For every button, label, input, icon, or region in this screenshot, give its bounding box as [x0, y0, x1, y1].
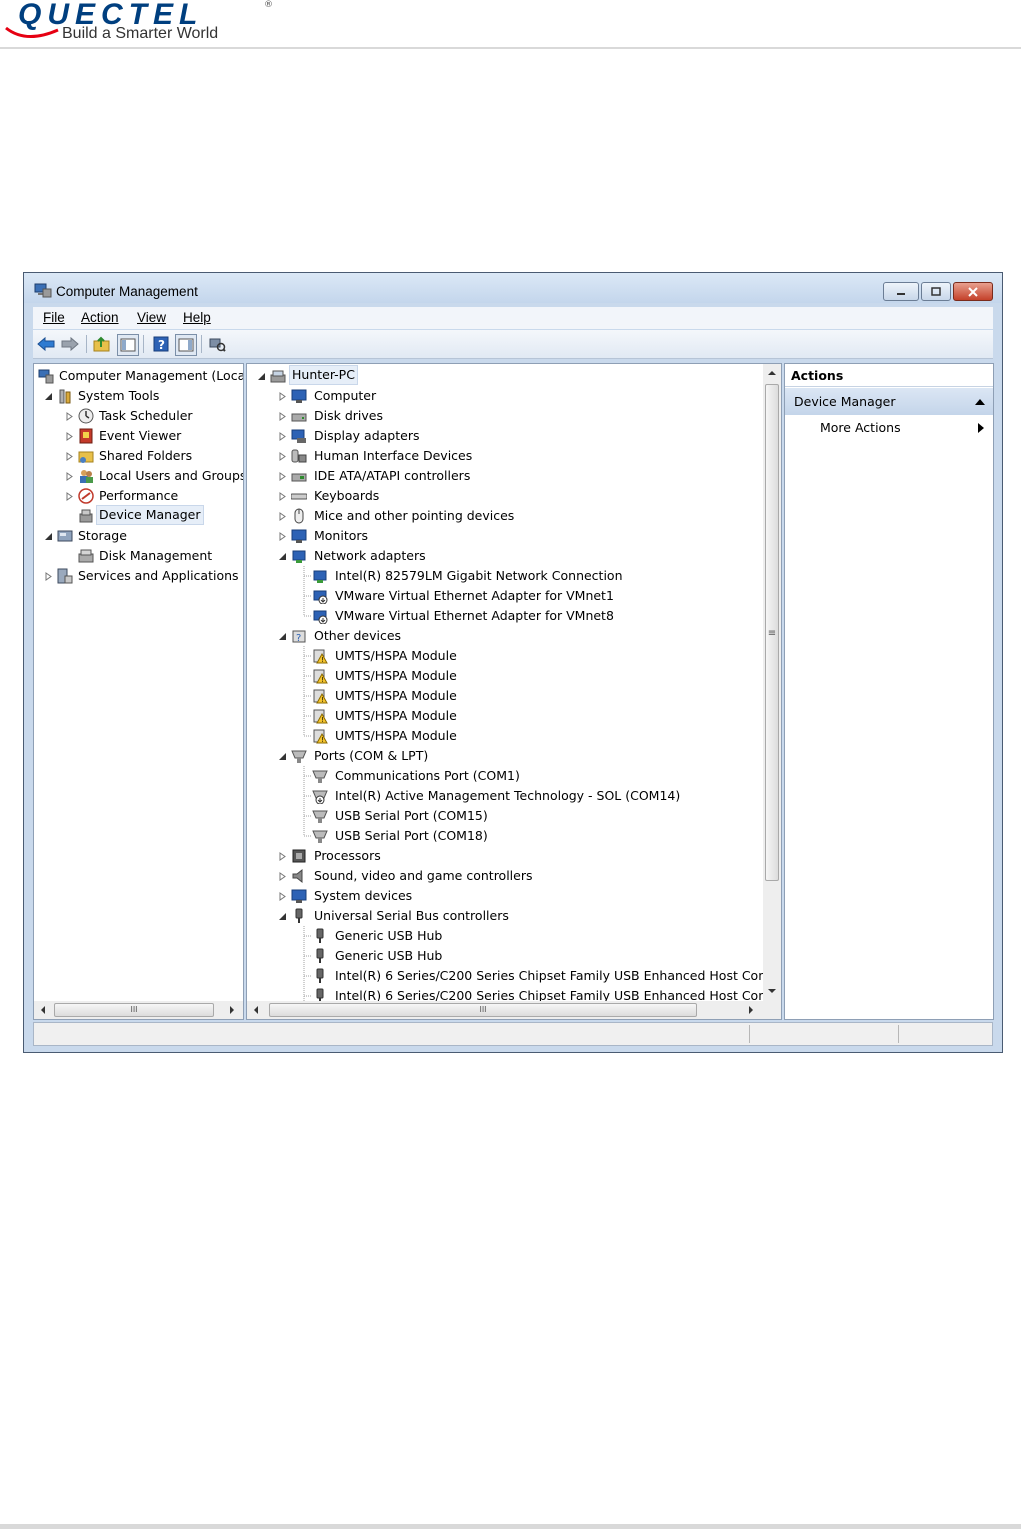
help-icon: ?: [153, 336, 169, 352]
minimize-button[interactable]: [883, 282, 919, 301]
device-tree-pane: Hunter-PC Computer Disk drives Display a…: [246, 363, 782, 1020]
menu-view[interactable]: View: [137, 310, 166, 325]
close-icon: [968, 286, 978, 297]
console-tree-pane: Computer Management (Local System Tools …: [33, 363, 244, 1020]
clock-icon: [78, 408, 94, 424]
chevron-down-icon: [768, 989, 776, 993]
device-horizontal-scrollbar[interactable]: III: [247, 1001, 781, 1019]
expand-arrow-icon[interactable]: [65, 412, 74, 421]
shared-folder-icon: [78, 451, 94, 463]
forward-button[interactable]: [60, 334, 80, 354]
expand-arrow-icon[interactable]: [44, 572, 53, 581]
event-viewer-icon: [79, 428, 93, 444]
users-icon: [80, 470, 93, 483]
computer-management-window: Computer Management File Action View Hel…: [23, 272, 1003, 1053]
toolbar-separator: [201, 335, 202, 353]
registered-mark: ®: [264, 0, 273, 10]
actions-section-label: Device Manager: [794, 394, 896, 409]
show-hide-console-tree-button[interactable]: [117, 334, 139, 356]
expand-arrow-icon[interactable]: [65, 452, 74, 461]
chevron-right-icon: [230, 1006, 234, 1014]
collapse-arrow-icon[interactable]: [44, 532, 53, 541]
status-separator: [749, 1025, 750, 1043]
menu-file[interactable]: File: [43, 310, 65, 325]
scan-hardware-icon: [209, 338, 226, 352]
storage-icon: [57, 530, 73, 542]
computer-management-icon: [34, 283, 52, 298]
minimize-icon: [897, 292, 905, 295]
scroll-thumb[interactable]: III: [269, 1003, 697, 1017]
toolbar-separator: [86, 335, 87, 353]
maximize-button[interactable]: [921, 282, 951, 301]
up-folder-icon: [93, 336, 110, 352]
show-hide-action-pane-button[interactable]: [175, 334, 197, 356]
footer-divider: [0, 1524, 1021, 1529]
show-hide-console-tree-icon: [120, 338, 136, 352]
expand-arrow-icon[interactable]: [65, 472, 74, 481]
services-icon: [57, 568, 73, 584]
show-hide-action-pane-icon: [178, 338, 194, 352]
menu-action[interactable]: Action: [81, 310, 119, 325]
status-separator: [898, 1025, 899, 1043]
scan-hardware-button[interactable]: [207, 334, 227, 354]
chevron-left-icon: [41, 1006, 45, 1014]
menu-bar: File Action View Help: [33, 307, 993, 329]
chevron-right-icon: [749, 1006, 753, 1014]
disk-management-icon: [78, 549, 94, 563]
back-arrow-icon: [37, 336, 55, 352]
toolbar-separator: [143, 335, 144, 353]
title-bar[interactable]: Computer Management: [24, 273, 1002, 303]
tree-connector-lines: [303, 566, 312, 1004]
actions-heading: Actions: [785, 364, 993, 387]
window-title: Computer Management: [56, 284, 198, 299]
actions-section-device-manager[interactable]: Device Manager: [785, 388, 993, 415]
header-divider: [0, 47, 1021, 49]
logo-tagline: Build a Smarter World: [62, 25, 219, 42]
help-button[interactable]: ?: [151, 334, 171, 354]
device-vertical-scrollbar[interactable]: ≡: [763, 364, 781, 1001]
submenu-arrow-icon[interactable]: [977, 423, 985, 433]
up-one-level-button[interactable]: [92, 334, 112, 354]
chevron-left-icon: [254, 1006, 258, 1014]
expand-arrow-icon[interactable]: [65, 432, 74, 441]
scroll-left-button[interactable]: [248, 1002, 264, 1018]
scroll-right-button[interactable]: [743, 1002, 759, 1018]
back-button[interactable]: [36, 334, 56, 354]
svg-text:?: ?: [158, 338, 165, 352]
menu-help[interactable]: Help: [183, 310, 211, 325]
maximize-icon: [931, 286, 941, 296]
toolbar: ?: [33, 330, 993, 359]
left-horizontal-scrollbar[interactable]: III: [34, 1001, 243, 1019]
scroll-thumb[interactable]: III: [54, 1003, 214, 1017]
more-actions-label: More Actions: [820, 420, 901, 435]
expand-arrow-icon[interactable]: [65, 492, 74, 501]
status-bar: [33, 1022, 993, 1046]
scroll-thumb[interactable]: ≡: [765, 384, 779, 881]
performance-icon: [78, 488, 94, 504]
computer-management-icon: [38, 369, 54, 384]
scroll-down-button[interactable]: [764, 983, 780, 999]
collapse-arrow-icon[interactable]: [44, 392, 53, 401]
logo-swoosh-icon: [5, 26, 59, 38]
close-button[interactable]: [953, 282, 993, 301]
scroll-right-button[interactable]: [224, 1002, 240, 1018]
scroll-left-button[interactable]: [35, 1002, 51, 1018]
scroll-up-button[interactable]: [764, 365, 780, 381]
tools-icon: [59, 389, 71, 404]
collapse-section-icon[interactable]: [975, 398, 985, 406]
chevron-up-icon: [768, 371, 776, 375]
device-manager-icon: [79, 509, 93, 523]
forward-arrow-icon: [61, 336, 79, 352]
document-header: QUECTEL ® Build a Smarter World: [0, 0, 1021, 49]
actions-pane: Actions Device Manager More Actions: [784, 363, 994, 1020]
more-actions-item[interactable]: More Actions: [820, 420, 901, 435]
